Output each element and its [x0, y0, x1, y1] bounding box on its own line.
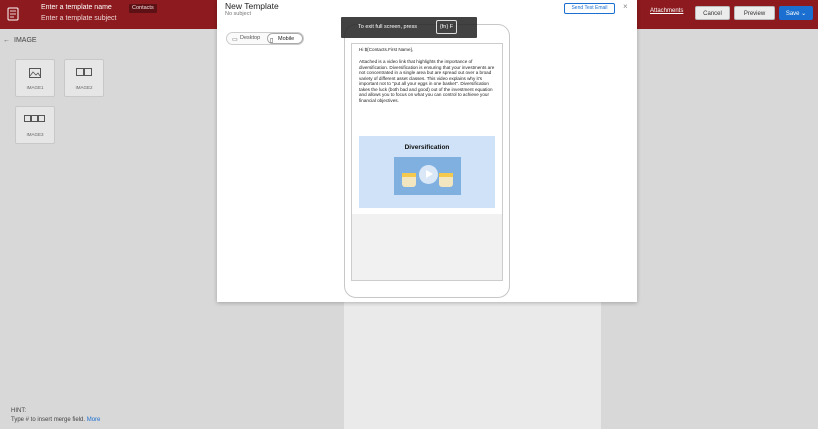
desktop-monitor-icon: ▭	[232, 37, 238, 43]
template-subject-input[interactable]: Enter a template subject	[41, 15, 117, 22]
template-name-input[interactable]: Enter a template name	[41, 4, 112, 11]
email-body: Attached is a video link that highlights…	[359, 59, 495, 103]
modal-title: New Template	[225, 1, 279, 11]
preview-modal: New Template No subject Send Test Email …	[217, 0, 637, 302]
mobile-device-frame: Hi ${Contacts.First Name}, Attached is a…	[344, 24, 510, 298]
desktop-label: Desktop	[240, 35, 261, 41]
save-button[interactable]: Save ⌄	[779, 6, 813, 20]
cancel-button[interactable]: Cancel	[695, 6, 730, 20]
hint-title: HINT:	[11, 408, 26, 414]
image3-block-tile[interactable]: IMAGE3	[15, 106, 55, 144]
merge-module-chip[interactable]: Contacts	[129, 4, 157, 13]
template-doc-icon	[7, 7, 19, 21]
tile-label: IMAGE1	[26, 85, 44, 90]
image2-block-tile[interactable]: IMAGE2	[64, 59, 104, 97]
hint-more-link[interactable]: More	[87, 417, 101, 423]
back-arrow-icon[interactable]: ←	[3, 37, 10, 44]
modal-subtitle: No subject	[225, 11, 251, 17]
fullscreen-exit-toast: To exit full screen, press {fn} F	[341, 17, 477, 38]
video-title: Diversification	[404, 144, 450, 151]
mobile-phone-icon: ▯	[270, 38, 274, 44]
hint-text: Type # to insert merge field. More	[11, 417, 100, 423]
section-title: IMAGE	[14, 37, 37, 44]
mobile-view-option[interactable]: ▯ Mobile	[267, 33, 303, 44]
tile-label: IMAGE3	[26, 132, 44, 137]
view-mode-toggle: ▭ Desktop ▯ Mobile	[226, 32, 304, 45]
three-images-icon	[16, 115, 54, 124]
attachments-link[interactable]: Attachments	[650, 8, 683, 14]
toast-key-hint: {fn} F	[436, 20, 457, 34]
desktop-view-option[interactable]: ▭ Desktop	[230, 33, 266, 44]
email-preview: Hi ${Contacts.First Name}, Attached is a…	[352, 44, 502, 214]
mobile-screen: Hi ${Contacts.First Name}, Attached is a…	[351, 43, 503, 281]
play-icon[interactable]	[419, 165, 438, 184]
close-icon[interactable]: ×	[623, 2, 628, 11]
send-test-email-button[interactable]: Send Test Email	[564, 3, 615, 14]
component-panel: ← IMAGE IMAGE1 IMAGE2 IMAGE3	[0, 29, 124, 429]
tile-label: IMAGE2	[75, 85, 93, 90]
single-image-icon	[16, 68, 54, 80]
jar-illustration	[439, 173, 453, 187]
image1-block-tile[interactable]: IMAGE1	[15, 59, 55, 97]
toast-message: To exit full screen, press	[358, 24, 417, 30]
two-images-icon	[65, 68, 103, 78]
jar-illustration	[402, 173, 416, 187]
mobile-label: Mobile	[278, 36, 295, 42]
hint-message: Type # to insert merge field.	[11, 417, 86, 423]
video-thumbnail[interactable]	[394, 157, 461, 195]
video-block[interactable]: Diversification	[359, 136, 495, 208]
preview-button[interactable]: Preview	[734, 6, 775, 20]
email-greeting: Hi ${Contacts.First Name},	[359, 47, 414, 52]
